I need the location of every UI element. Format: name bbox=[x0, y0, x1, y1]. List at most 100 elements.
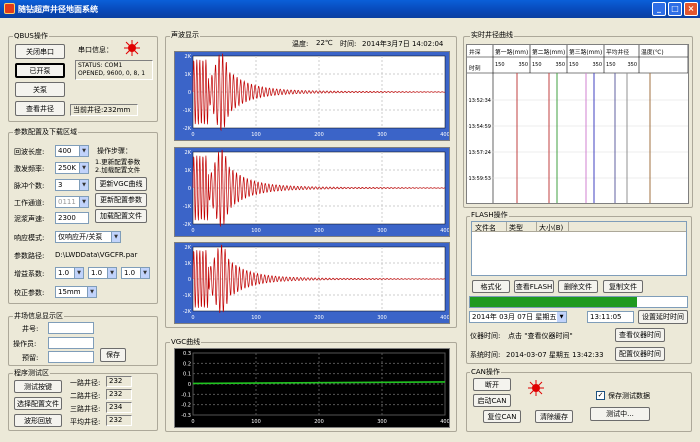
chevron-down-icon: ▼ bbox=[111, 232, 120, 242]
gain-select-3[interactable]: 1.0 ▼ bbox=[121, 267, 150, 279]
reset-can-button[interactable]: 复位CAN bbox=[483, 410, 521, 423]
y-tick-label: 0.2 bbox=[183, 361, 191, 367]
save-data-checkbox[interactable]: ✓ bbox=[596, 391, 605, 400]
select-config-file-button[interactable]: 选择配置文件 bbox=[14, 397, 62, 410]
pulse-select[interactable]: 3 ▼ bbox=[55, 179, 89, 191]
realtime-curves: 井深 第一路(mm) 第二路(mm) 第三路(mm) 平均井径 温度(℃) 时刻 150 350… bbox=[467, 45, 689, 203]
sonic-waveform-1: 2K1K0-1K-2K0 100 200 300 400 bbox=[183, 53, 450, 138]
scale-label: 150 bbox=[569, 62, 579, 68]
mud-label: 泥浆声速: bbox=[14, 215, 45, 223]
flash-file-list[interactable]: 文件名 类型 大小(B) bbox=[471, 221, 687, 276]
month-unit: 月 bbox=[507, 313, 515, 321]
load-config-button[interactable]: 加载配置文件 bbox=[95, 209, 147, 223]
day-value: 07 bbox=[517, 313, 527, 321]
testing-button[interactable]: 测试中... bbox=[590, 407, 650, 421]
scale-label: 350 bbox=[627, 62, 637, 68]
x-tick-label: 0 bbox=[191, 132, 194, 138]
y-tick-label: 2K bbox=[185, 150, 192, 156]
flash-progress-fill bbox=[470, 297, 638, 307]
echo-length-select[interactable]: 400 ▼ bbox=[55, 145, 89, 157]
close-pump-button[interactable]: 关泵 bbox=[15, 82, 65, 97]
y-tick-label: 1K bbox=[185, 261, 192, 267]
vgc-curve: 0.30.20.10-0.1-0.2-0.30 100 200 300 400 bbox=[181, 351, 450, 425]
wave-replay-button[interactable]: 波形回放 bbox=[14, 414, 62, 427]
delete-file-button[interactable]: 删除文件 bbox=[558, 280, 598, 293]
steps-title: 操作步骤： bbox=[97, 147, 132, 155]
column-header: 温度(℃) bbox=[641, 48, 664, 56]
sonic-scope-3: 2K 1K 0 -1K -2K 0 100 200 300 400 bbox=[174, 242, 450, 324]
query-well-button[interactable]: 查看井径 bbox=[15, 101, 65, 116]
x-tick-label: 300 bbox=[377, 132, 387, 138]
chevron-down-icon: ▼ bbox=[79, 146, 88, 156]
start-can-button[interactable]: 启动CAN bbox=[473, 394, 511, 407]
y-tick-label: 0.1 bbox=[183, 372, 191, 378]
close-icon[interactable]: × bbox=[684, 2, 698, 16]
clear-cache-button[interactable]: 清除缓存 bbox=[535, 410, 573, 423]
path-value: D:\LWDData\VGCFR.par bbox=[55, 251, 138, 259]
y-tick-label: 0 bbox=[188, 277, 191, 283]
save-button[interactable]: 保存 bbox=[100, 348, 126, 362]
disconnect-button[interactable]: 断开 bbox=[473, 378, 511, 391]
time-header: 时刻 bbox=[469, 64, 481, 72]
y-tick-label: -2K bbox=[183, 126, 192, 132]
view-flash-button[interactable]: 查看FLASH bbox=[514, 280, 554, 293]
set-delay-button[interactable]: 设置延时时间 bbox=[638, 310, 688, 324]
time-tick: 13:59:53 bbox=[469, 176, 491, 182]
status-line-2: OPENED, 9600, 0, 8, 1 bbox=[78, 70, 146, 77]
operator-input[interactable] bbox=[48, 337, 94, 349]
x-tick-label: 100 bbox=[251, 228, 261, 234]
reserve-input[interactable] bbox=[48, 351, 94, 363]
chevron-down-icon: ▼ bbox=[79, 163, 88, 173]
chevron-down-icon[interactable]: ▼ bbox=[557, 312, 566, 322]
y-tick-label: 2K bbox=[185, 54, 192, 60]
flash-group-title: FLASH操作 bbox=[470, 210, 509, 220]
flash-progress-bar bbox=[469, 296, 688, 308]
col-type: 类型 bbox=[509, 224, 523, 232]
sonic-group-title: 声波显示 bbox=[170, 30, 200, 40]
y-tick-label: -0.3 bbox=[181, 413, 191, 419]
qbus-group-title: QBUS操作 bbox=[13, 31, 49, 41]
update-config-button[interactable]: 更新配置参数 bbox=[95, 193, 147, 207]
well-input[interactable] bbox=[48, 322, 94, 334]
freq-select[interactable]: 250K ▼ bbox=[55, 162, 89, 174]
test-row-4-label: 平均井径: bbox=[70, 418, 101, 426]
temp-value: 22℃ bbox=[316, 39, 333, 47]
chevron-down-icon: ▼ bbox=[87, 287, 96, 297]
test-row-1-label: 一路井径: bbox=[70, 379, 101, 387]
mud-input[interactable]: 2300 bbox=[55, 212, 89, 224]
chevron-down-icon: ▼ bbox=[107, 268, 116, 278]
open-pump-button[interactable]: 已开泵 bbox=[15, 63, 65, 78]
realtime-group-title: 实时井径曲线 bbox=[470, 30, 514, 40]
update-vgc-button[interactable]: 更新VGC曲线 bbox=[95, 177, 147, 191]
time-picker[interactable]: 13:11:05 bbox=[587, 311, 634, 323]
current-diameter: 当前井径:232mm bbox=[70, 104, 138, 116]
scale-label: 150 bbox=[606, 62, 616, 68]
calib-select[interactable]: 15mm ▼ bbox=[55, 286, 97, 298]
pulse-label: 脉冲个数: bbox=[14, 182, 45, 190]
close-serial-button[interactable]: 关闭串口 bbox=[15, 44, 65, 59]
gain-label: 增益系数: bbox=[14, 270, 45, 278]
sys-time-label: 系统时间: bbox=[470, 351, 501, 359]
y-tick-label: 1K bbox=[185, 168, 192, 174]
y-tick-label: -2K bbox=[183, 222, 192, 228]
format-button[interactable]: 格式化 bbox=[472, 280, 510, 293]
x-tick-label: 400 bbox=[440, 315, 449, 321]
serial-led-icon bbox=[124, 40, 140, 56]
x-tick-label: 400 bbox=[440, 419, 449, 425]
copy-file-button[interactable]: 复制文件 bbox=[603, 280, 643, 293]
minimize-icon[interactable]: _ bbox=[652, 2, 666, 16]
x-tick-label: 200 bbox=[314, 228, 324, 234]
channel-label: 工作通道: bbox=[14, 199, 45, 207]
x-tick-label: 300 bbox=[377, 228, 387, 234]
echo-length-label: 回波长度: bbox=[14, 148, 45, 156]
year-value: 2014 bbox=[472, 313, 490, 321]
channel-select[interactable]: 0111 ▼ bbox=[55, 196, 89, 208]
gain-select-2[interactable]: 1.0 ▼ bbox=[88, 267, 117, 279]
gain-select-1[interactable]: 1.0 ▼ bbox=[55, 267, 84, 279]
test-keys-button[interactable]: 测试按键 bbox=[14, 380, 62, 393]
view-device-time-button[interactable]: 查看仪器时间 bbox=[615, 328, 665, 342]
date-picker[interactable]: 2014 年 03 月 07 日 星期五 ▼ bbox=[469, 311, 567, 323]
config-device-time-button[interactable]: 配置仪器时间 bbox=[615, 347, 665, 361]
response-select[interactable]: 仅响应开/关泵 ▼ bbox=[55, 231, 121, 243]
maximize-icon[interactable]: □ bbox=[668, 2, 682, 16]
